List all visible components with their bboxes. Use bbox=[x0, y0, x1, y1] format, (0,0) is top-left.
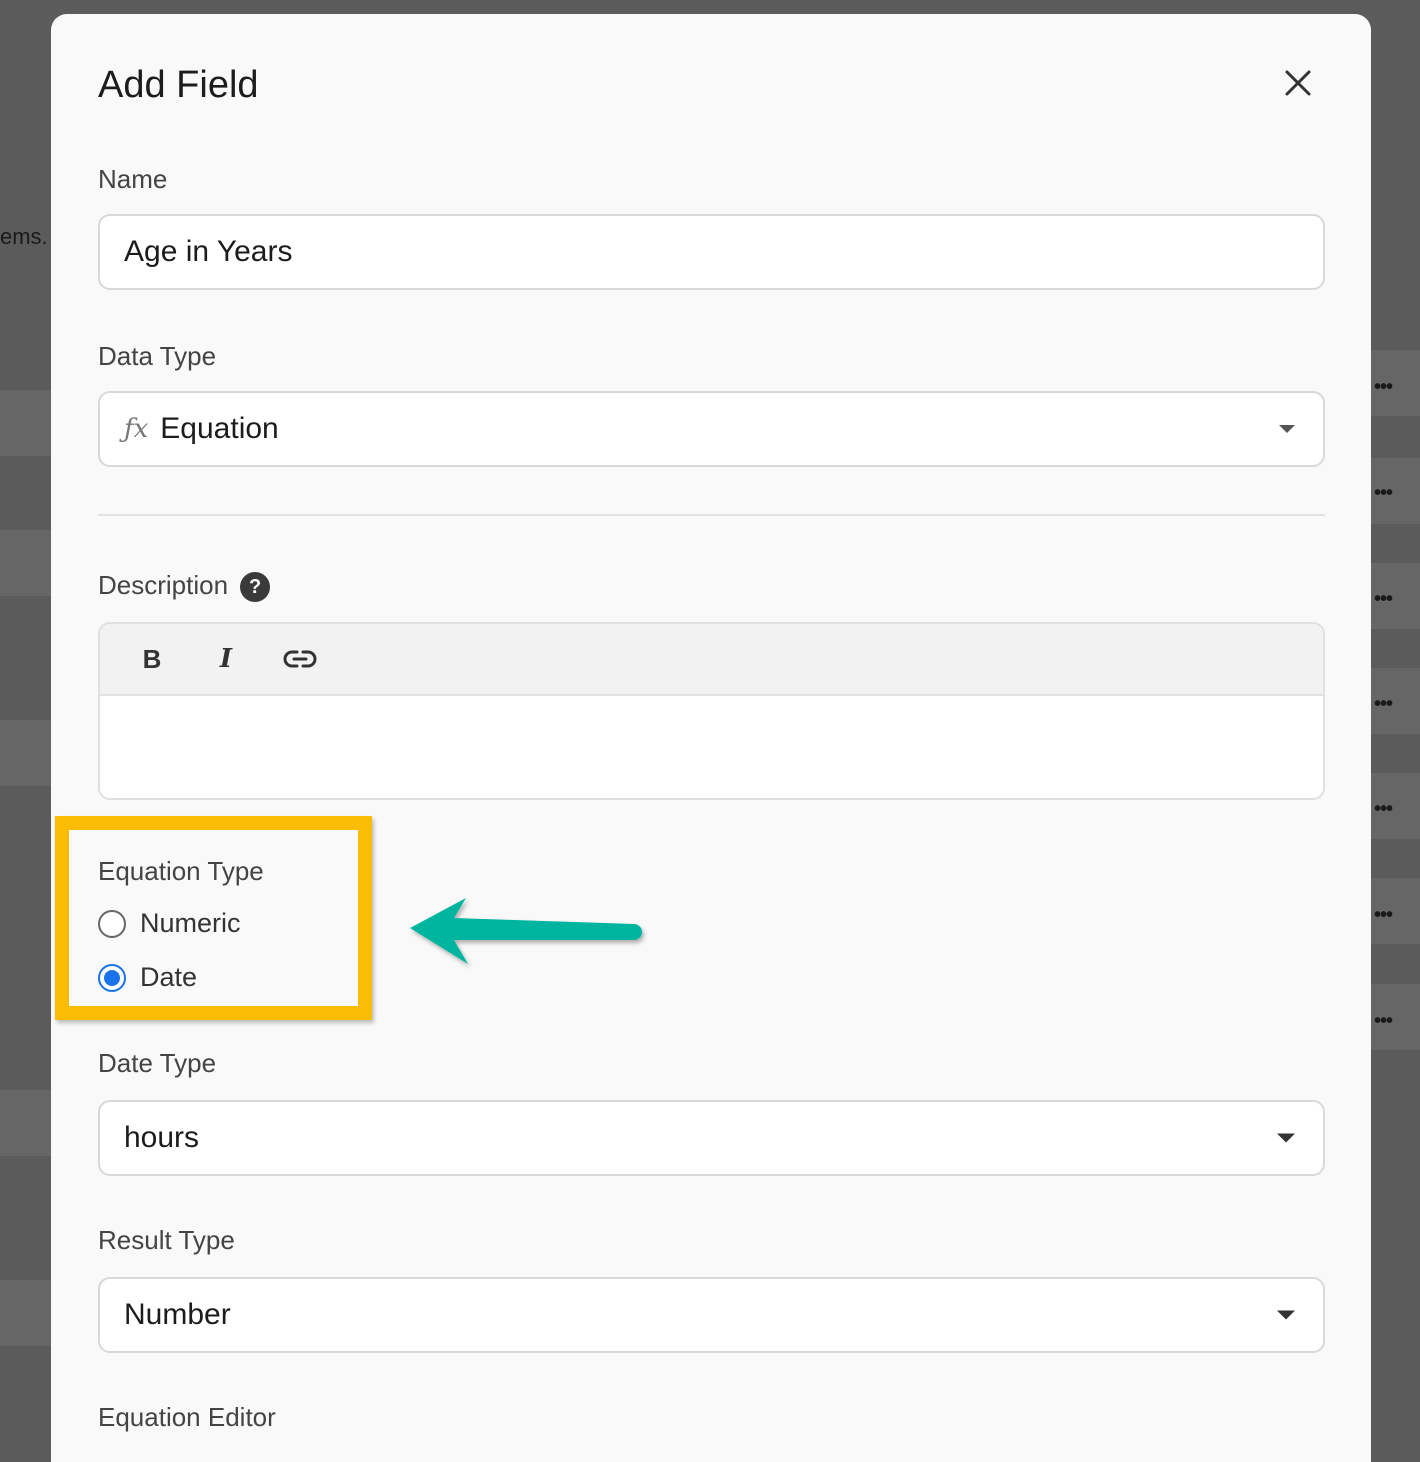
date-type-select[interactable]: hours bbox=[98, 1100, 1325, 1176]
annotation-arrow-icon bbox=[410, 898, 642, 964]
background-text-fragment: ems. bbox=[0, 224, 48, 249]
bold-button[interactable]: B bbox=[128, 635, 176, 683]
background-row bbox=[0, 1280, 52, 1346]
data-type-select[interactable]: ƒx Equation bbox=[98, 391, 1325, 467]
data-type-value: Equation bbox=[160, 412, 279, 445]
background-row bbox=[0, 720, 52, 786]
chevron-down-icon bbox=[1277, 1133, 1295, 1143]
close-button[interactable] bbox=[1281, 66, 1315, 100]
data-type-label: Data Type bbox=[98, 341, 217, 371]
add-field-modal: Add Field Name Age in Years Data Type ƒx… bbox=[51, 14, 1371, 1462]
function-icon: ƒx bbox=[124, 414, 149, 444]
italic-button[interactable]: I bbox=[202, 635, 250, 683]
row-menu-icon: ••• bbox=[1373, 376, 1393, 398]
row-menu-icon: ••• bbox=[1373, 904, 1393, 926]
chevron-down-icon bbox=[1277, 1310, 1295, 1320]
background-row bbox=[0, 1090, 52, 1156]
result-type-label: Result Type bbox=[98, 1225, 235, 1255]
section-divider bbox=[98, 514, 1325, 516]
row-menu-icon: ••• bbox=[1373, 693, 1393, 715]
description-textarea[interactable] bbox=[100, 696, 1323, 798]
help-icon[interactable]: ? bbox=[240, 572, 271, 603]
row-menu-icon: ••• bbox=[1373, 588, 1393, 610]
background-row bbox=[0, 390, 52, 456]
result-type-value: Number bbox=[124, 1298, 231, 1331]
name-label: Name bbox=[98, 164, 168, 194]
date-type-value: hours bbox=[124, 1121, 200, 1154]
row-menu-icon: ••• bbox=[1373, 1010, 1393, 1032]
row-menu-icon: ••• bbox=[1373, 482, 1393, 504]
chevron-down-icon bbox=[1279, 425, 1295, 433]
background-row bbox=[0, 530, 52, 596]
highlight-box bbox=[55, 816, 372, 1020]
close-icon bbox=[1285, 70, 1311, 96]
link-button[interactable] bbox=[276, 635, 324, 683]
name-input-value: Age in Years bbox=[124, 235, 293, 268]
link-icon bbox=[283, 650, 317, 668]
description-label-text: Description bbox=[98, 570, 229, 600]
description-label: Description? bbox=[98, 570, 271, 603]
editor-toolbar: B I bbox=[100, 624, 1323, 696]
name-input[interactable]: Age in Years bbox=[98, 214, 1325, 290]
result-type-select[interactable]: Number bbox=[98, 1277, 1325, 1353]
date-type-label: Date Type bbox=[98, 1048, 217, 1078]
row-menu-icon: ••• bbox=[1373, 798, 1393, 820]
equation-editor-label: Equation Editor bbox=[98, 1402, 276, 1432]
description-editor: B I bbox=[98, 622, 1325, 800]
modal-title: Add Field bbox=[98, 64, 259, 106]
